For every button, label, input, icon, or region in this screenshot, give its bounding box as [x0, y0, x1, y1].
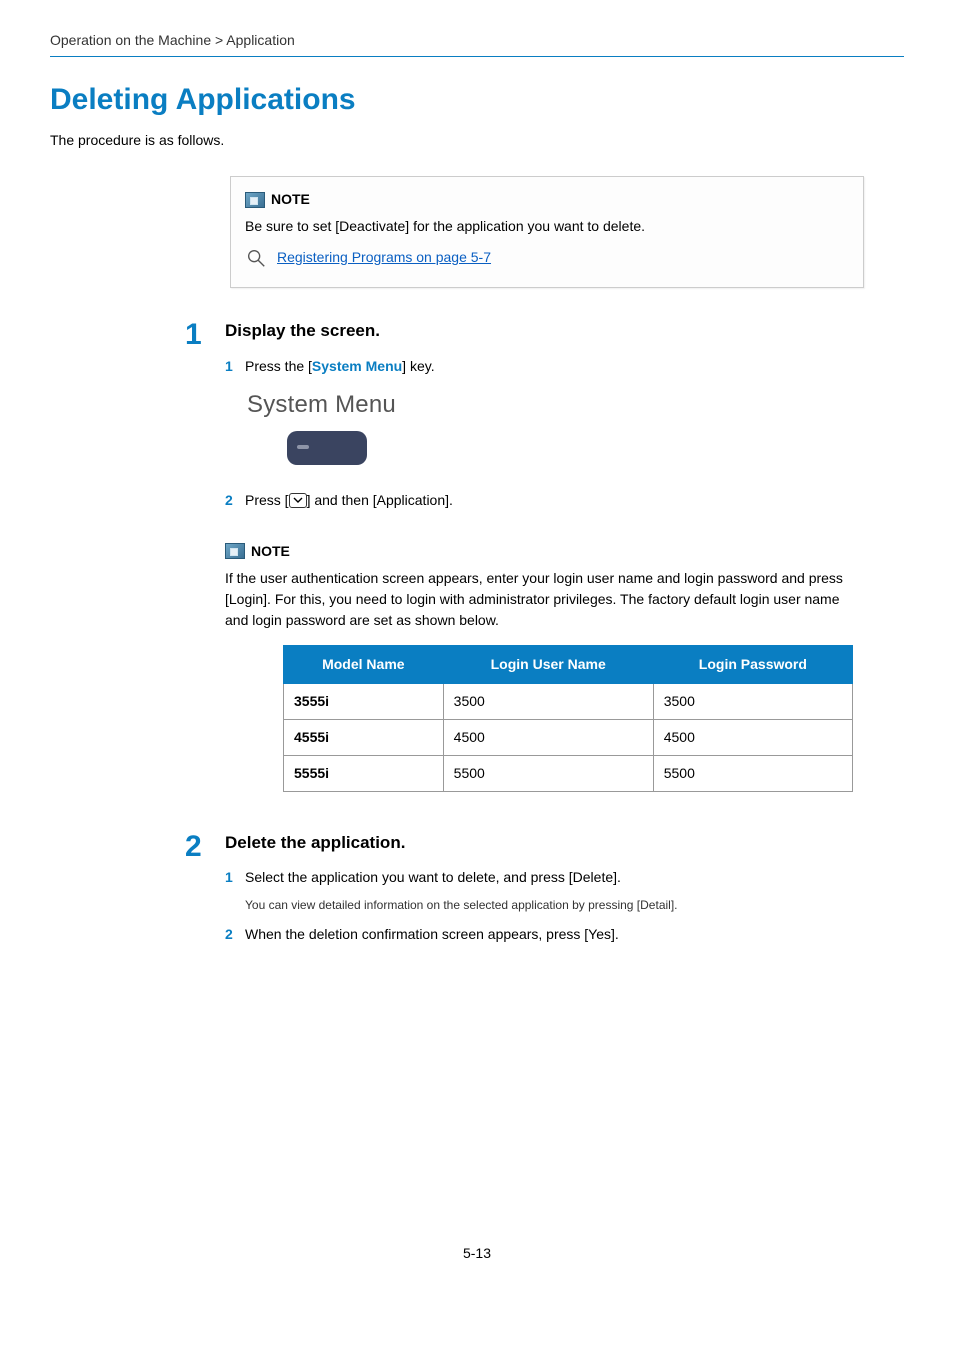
step-1-note-heading: NOTE [225, 541, 853, 562]
page-title: Deleting Applications [50, 77, 904, 122]
cell-pass: 4500 [653, 719, 852, 755]
step-1-number: 1 [185, 318, 225, 810]
system-menu-key-icon [287, 431, 367, 465]
system-menu-emph: System Menu [312, 358, 402, 374]
th-model-name: Model Name [284, 645, 444, 683]
breadcrumb: Operation on the Machine > Application [50, 30, 904, 56]
registering-programs-link[interactable]: Registering Programs on page 5-7 [277, 247, 491, 268]
cell-user: 4500 [443, 719, 653, 755]
step-1-sub-2-text: Press [ ] and then [Application]. [245, 490, 867, 511]
step-1-sub-2: 2 Press [ ] and then [Application]. [225, 490, 867, 511]
step-1-sub-1-num: 1 [225, 356, 245, 377]
step-1-sub-2-pre: Press [ [245, 492, 289, 508]
see-also-row: Registering Programs on page 5-7 [245, 247, 849, 269]
table-row: 5555i 5500 5500 [284, 755, 853, 791]
note-text: Be sure to set [Deactivate] for the appl… [245, 216, 849, 237]
step-2-sub-2-num: 2 [225, 924, 245, 945]
cell-pass: 3500 [653, 683, 852, 719]
th-login-pass: Login Password [653, 645, 852, 683]
step-2-sub-1-num: 1 [225, 867, 245, 888]
login-table: Model Name Login User Name Login Passwor… [283, 645, 853, 792]
table-row: 4555i 4500 4500 [284, 719, 853, 755]
note-top: NOTE Be sure to set [Deactivate] for the… [230, 176, 864, 288]
cell-pass: 5500 [653, 755, 852, 791]
step-2-title: Delete the application. [225, 830, 864, 856]
note-icon [245, 192, 265, 208]
step-1-note: NOTE If the user authentication screen a… [225, 536, 867, 810]
cell-model: 3555i [284, 683, 444, 719]
step-1-sub-2-num: 2 [225, 490, 245, 511]
intro-text: The procedure is as follows. [50, 130, 904, 151]
step-1-note-text: If the user authentication screen appear… [225, 568, 853, 631]
step-1-sub-1-post: ] key. [402, 358, 434, 374]
step-2-sub-2: 2 When the deletion confirmation screen … [225, 924, 864, 945]
chevron-down-icon [289, 493, 307, 508]
step-2-sub-1-text: Select the application you want to delet… [245, 867, 864, 888]
step-2-sub-1-hint: You can view detailed information on the… [245, 896, 864, 914]
step-1-note-label: NOTE [251, 541, 290, 562]
note-icon [225, 543, 245, 559]
note-heading: NOTE [245, 189, 849, 210]
cell-model: 4555i [284, 719, 444, 755]
step-2-sub-1: 1 Select the application you want to del… [225, 867, 864, 888]
system-menu-label: System Menu [247, 387, 867, 423]
note-label: NOTE [271, 189, 310, 210]
th-login-user: Login User Name [443, 645, 653, 683]
step-1-sub-1: 1 Press the [System Menu] key. [225, 356, 867, 377]
table-row: 3555i 3500 3500 [284, 683, 853, 719]
system-menu-illustration: System Menu [247, 387, 867, 465]
step-2-number: 2 [185, 830, 225, 954]
cell-user: 5500 [443, 755, 653, 791]
page-number: 5-13 [50, 1243, 904, 1264]
breadcrumb-divider [50, 56, 904, 57]
step-1-sub-1-pre: Press the [ [245, 358, 312, 374]
step-1: 1 Display the screen. 1 Press the [Syste… [185, 318, 904, 810]
step-1-sub-1-text: Press the [System Menu] key. [245, 356, 867, 377]
magnifier-icon [245, 247, 267, 269]
step-1-title: Display the screen. [225, 318, 867, 344]
cell-user: 3500 [443, 683, 653, 719]
step-2: 2 Delete the application. 1 Select the a… [185, 830, 904, 954]
step-1-sub-2-post: ] and then [Application]. [307, 492, 453, 508]
cell-model: 5555i [284, 755, 444, 791]
step-2-sub-2-text: When the deletion confirmation screen ap… [245, 924, 864, 945]
